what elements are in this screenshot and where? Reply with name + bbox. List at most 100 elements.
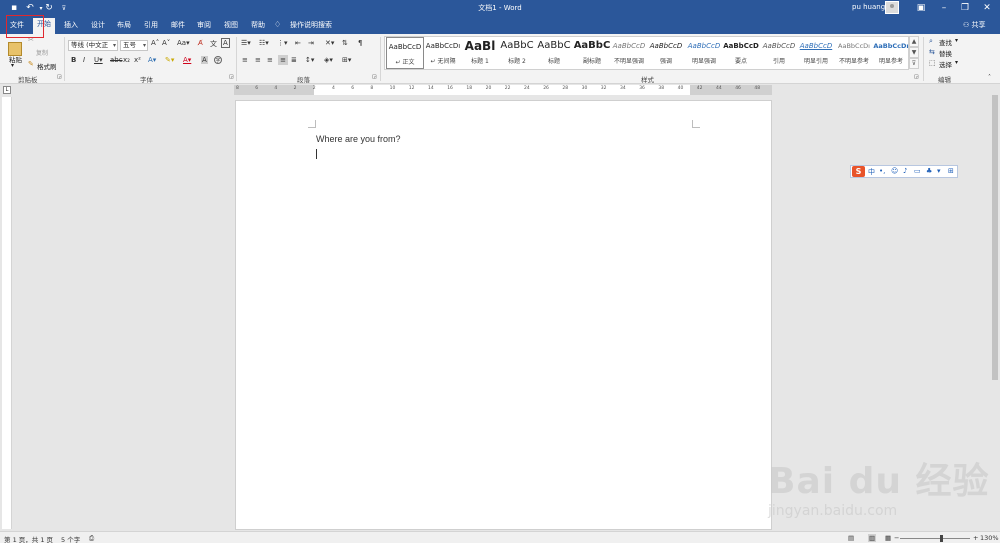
style-subtle-emphasis[interactable]: AaBbCcD 不明显强调 xyxy=(610,37,648,69)
maximize-icon[interactable]: ❐ xyxy=(958,2,972,14)
style-title[interactable]: AaBbC 标题 xyxy=(535,37,573,69)
style-subtitle[interactable]: AaBbC 副标题 xyxy=(573,37,611,69)
pinyin-guide-icon[interactable]: 文 xyxy=(210,39,217,49)
justify-icon[interactable]: ≡ xyxy=(278,55,288,65)
avatar[interactable] xyxy=(885,1,899,14)
tab-mailings[interactable]: 邮件 xyxy=(167,19,189,33)
ribbon-display-icon[interactable]: ▣ xyxy=(914,2,928,14)
style-normal[interactable]: AaBbCcD ↵ 正文 xyxy=(386,37,424,69)
distributed-icon[interactable]: ≣ xyxy=(291,56,297,64)
borders-icon[interactable]: ⊞▾ xyxy=(342,56,351,64)
strikethrough-icon[interactable]: abc xyxy=(110,56,123,64)
italic-icon[interactable]: I xyxy=(83,56,85,64)
keyboard-icon[interactable]: ▭ xyxy=(914,167,921,175)
select-button[interactable]: 选择 xyxy=(939,59,952,69)
styles-launcher-icon[interactable]: ◲ xyxy=(914,74,919,80)
style-intense-reference[interactable]: AaBbCcDı 明显参考 xyxy=(872,37,910,69)
decrease-indent-icon[interactable]: ⇤ xyxy=(295,39,301,47)
word-count[interactable]: 5 个字 xyxy=(61,534,80,543)
collapse-ribbon-icon[interactable]: ˄ xyxy=(988,74,991,81)
bullets-icon[interactable]: ☰▾ xyxy=(241,39,251,47)
character-border-icon[interactable]: A xyxy=(221,38,230,48)
close-icon[interactable]: ✕ xyxy=(980,2,994,14)
zoom-slider[interactable] xyxy=(900,538,970,539)
document-text[interactable]: Where are you from? xyxy=(316,134,401,144)
ime-toolbar[interactable]: S 中 •, ☺ ♪ ▭ ♣ ▾ ⊞ xyxy=(850,165,958,178)
copy-button[interactable]: 复制 xyxy=(36,48,48,57)
tab-insert[interactable]: 插入 xyxy=(60,19,82,33)
microphone-icon[interactable]: ♪ xyxy=(903,167,907,175)
style-heading-2[interactable]: AaBbC 标题 2 xyxy=(498,37,536,69)
menu-grid-icon[interactable]: ⊞ xyxy=(948,167,954,175)
text-effects-icon[interactable]: A▾ xyxy=(148,56,156,64)
highlight-icon[interactable]: ✎▾ xyxy=(165,56,174,64)
show-marks-icon[interactable]: ¶ xyxy=(358,39,362,47)
font-launcher-icon[interactable]: ◲ xyxy=(229,74,234,80)
superscript-icon[interactable]: x² xyxy=(134,56,141,64)
user-name[interactable]: pu huang xyxy=(852,3,885,11)
tab-references[interactable]: 引用 xyxy=(140,19,162,33)
read-mode-icon[interactable]: ▤ xyxy=(848,534,854,542)
styles-scroll-up-icon[interactable]: ▲ xyxy=(909,36,919,47)
font-family-select[interactable]: 等线 (中文正 xyxy=(68,40,118,51)
tab-review[interactable]: 审阅 xyxy=(193,19,215,33)
bold-icon[interactable]: B xyxy=(71,56,76,64)
web-layout-icon[interactable]: ▦ xyxy=(885,534,891,542)
subscript-icon[interactable]: x₂ xyxy=(123,56,130,64)
format-painter-icon[interactable]: ✎ xyxy=(28,60,34,68)
replace-button[interactable]: 替换 xyxy=(939,48,952,58)
align-left-icon[interactable]: ≡ xyxy=(242,56,248,64)
share-button[interactable]: ⚇ 共享 xyxy=(963,20,986,30)
ime-mode[interactable]: 中 xyxy=(868,167,875,177)
replace-icon[interactable]: ⇆ xyxy=(929,48,935,56)
change-case-icon[interactable]: Aa▾ xyxy=(177,39,190,47)
document-page[interactable]: Where are you from? xyxy=(235,100,772,530)
clear-formatting-icon[interactable]: A̸ xyxy=(198,39,203,47)
toolbox-icon[interactable]: ♣ xyxy=(926,167,932,175)
select-icon[interactable]: ⬚ xyxy=(929,59,936,67)
align-right-icon[interactable]: ≡ xyxy=(267,56,273,64)
tell-me-search[interactable]: 操作说明搜索 xyxy=(290,20,332,30)
sogou-logo-icon[interactable]: S xyxy=(852,166,865,177)
zoom-slider-thumb[interactable] xyxy=(940,535,943,542)
zoom-level[interactable]: 130% xyxy=(980,534,999,542)
style-quote[interactable]: AaBbCcD 引用 xyxy=(760,37,798,69)
style-strong[interactable]: AaBbCcD 要点 xyxy=(722,37,760,69)
zoom-in-icon[interactable]: + xyxy=(973,534,978,542)
format-painter-button[interactable]: 格式刷 xyxy=(37,61,57,71)
line-spacing-icon[interactable]: ↕▾ xyxy=(305,56,314,64)
multilevel-list-icon[interactable]: ⋮▾ xyxy=(277,39,288,47)
font-color-icon[interactable]: A▾ xyxy=(183,56,191,64)
find-icon[interactable]: ⌕ xyxy=(929,37,933,46)
paragraph-launcher-icon[interactable]: ◲ xyxy=(372,74,377,80)
emoji-icon[interactable]: ☺ xyxy=(891,167,898,175)
grow-font-icon[interactable]: A˄ xyxy=(151,39,159,47)
zoom-out-icon[interactable]: − xyxy=(894,534,899,542)
print-layout-icon[interactable]: ▥ xyxy=(868,534,877,542)
shading-icon[interactable]: ◈▾ xyxy=(324,56,333,64)
style-subtle-reference[interactable]: AaBbCcDı 不明显参考 xyxy=(835,37,873,69)
tab-selector[interactable]: L xyxy=(3,86,11,94)
select-dropdown-icon[interactable]: ▾ xyxy=(955,59,958,66)
clipboard-launcher-icon[interactable]: ◲ xyxy=(57,74,62,80)
style-intense-quote[interactable]: AaBbCcD 明显引用 xyxy=(797,37,835,69)
skin-icon[interactable]: ▾ xyxy=(937,167,941,175)
chinese-layout-icon[interactable]: ✕▾ xyxy=(325,39,334,47)
tab-view[interactable]: 视图 xyxy=(220,19,242,33)
scrollbar-thumb[interactable] xyxy=(992,95,998,380)
minimize-icon[interactable]: – xyxy=(937,2,951,14)
styles-scroll-down-icon[interactable]: ▼ xyxy=(909,47,919,58)
style-no-spacing[interactable]: AaBbCcDı ↵ 无间隔 xyxy=(424,37,462,69)
style-intense-emphasis[interactable]: AaBbCcD 明显强调 xyxy=(685,37,723,69)
character-shading-icon[interactable]: A xyxy=(201,56,208,64)
proofing-icon[interactable]: ⎙ xyxy=(89,534,94,543)
tab-help[interactable]: 帮助 xyxy=(247,19,269,33)
tab-layout[interactable]: 布局 xyxy=(113,19,135,33)
punctuation-icon[interactable]: •, xyxy=(879,167,885,175)
font-size-select[interactable]: 五号 xyxy=(120,40,148,51)
vertical-ruler[interactable] xyxy=(2,97,12,529)
tab-design[interactable]: 设计 xyxy=(87,19,109,33)
find-dropdown-icon[interactable]: ▾ xyxy=(955,37,958,44)
paste-dropdown-icon[interactable]: ▾ xyxy=(11,62,14,69)
style-emphasis[interactable]: AaBbCcD 强调 xyxy=(647,37,685,69)
